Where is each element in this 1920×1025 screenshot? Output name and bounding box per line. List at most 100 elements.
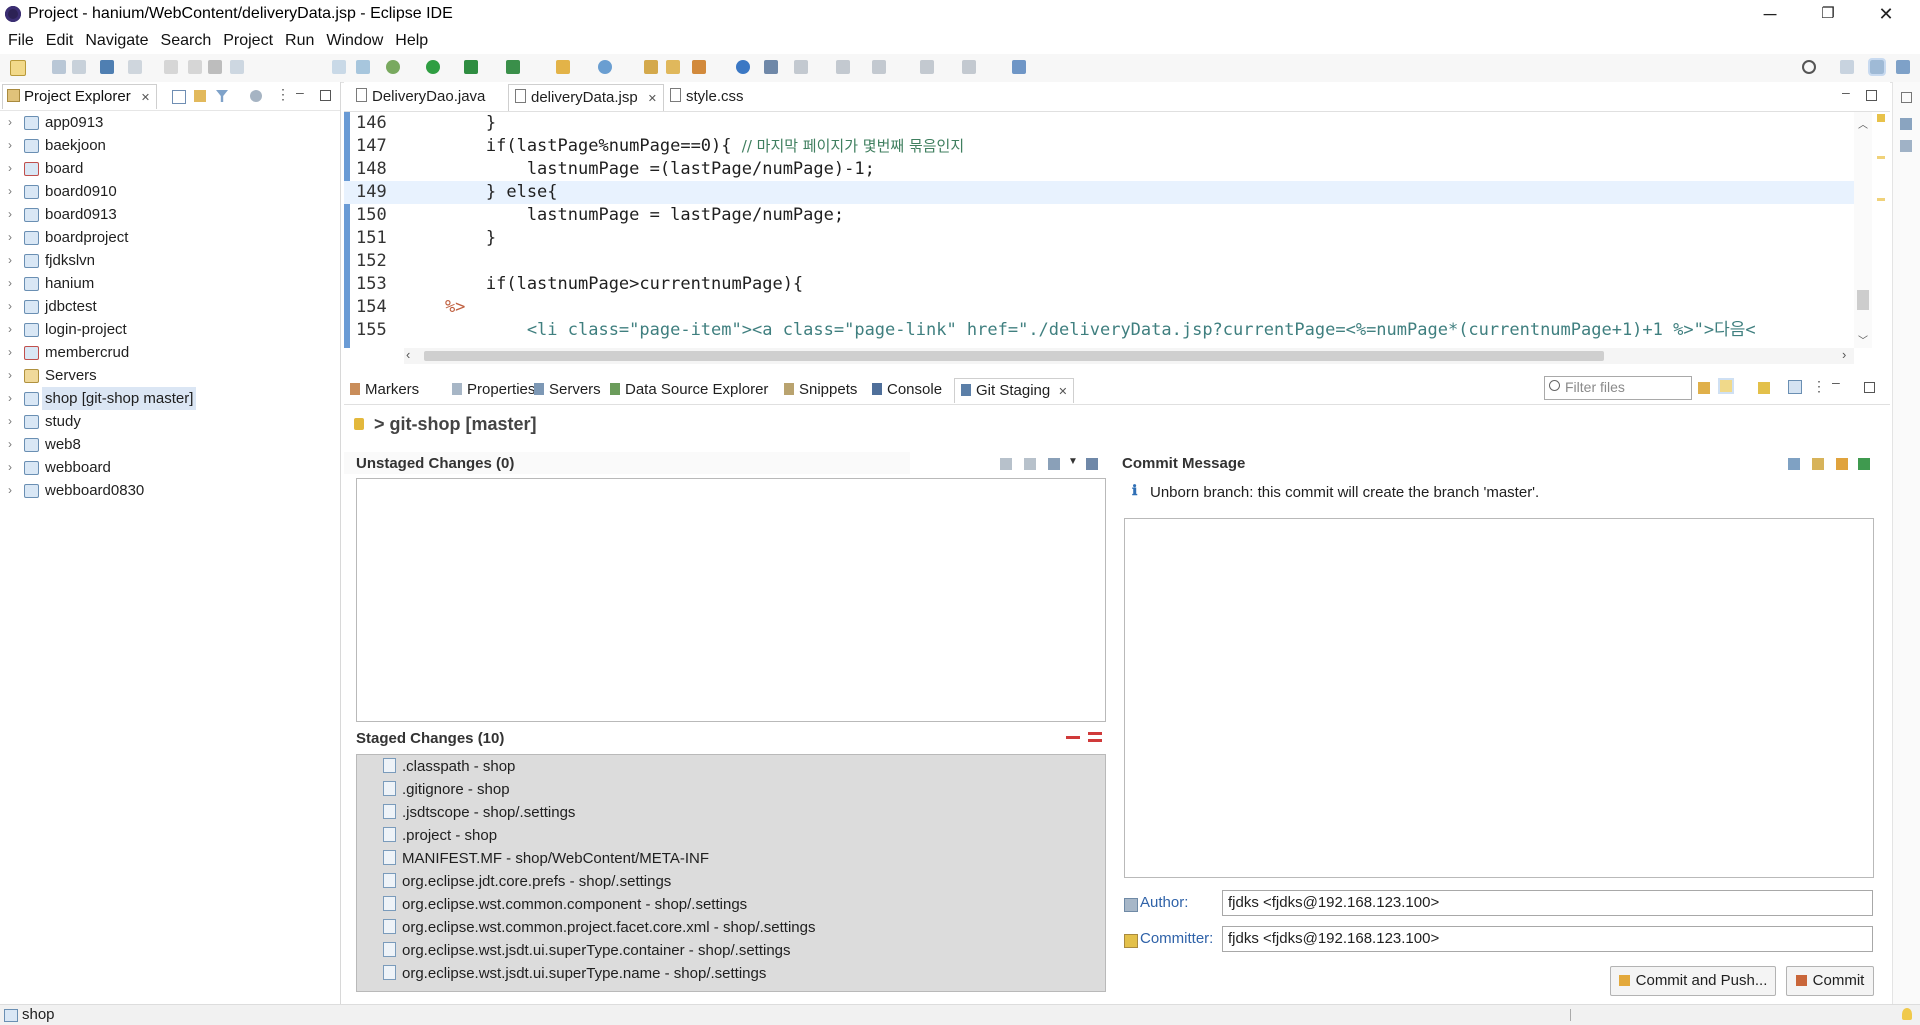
chevron-right-icon[interactable]: › — [8, 180, 12, 203]
amend-icon[interactable] — [1788, 458, 1800, 470]
sort-icon[interactable] — [1086, 458, 1098, 470]
layout-icon[interactable] — [1788, 380, 1802, 394]
chevron-right-icon[interactable]: › — [8, 226, 12, 249]
warning-marker[interactable] — [1877, 114, 1885, 122]
maximize-view-icon[interactable] — [320, 90, 331, 101]
overview-ruler[interactable] — [1874, 112, 1888, 348]
commit-and-push-button[interactable]: Commit and Push... — [1610, 966, 1776, 996]
maximize-view-icon[interactable] — [1864, 382, 1875, 393]
terminal-icon[interactable] — [100, 60, 114, 74]
signed-off-icon[interactable] — [1812, 458, 1824, 470]
committer-field[interactable]: fjdks <fjdks@192.168.123.100> — [1222, 926, 1873, 952]
stage-all-icon[interactable] — [1024, 458, 1036, 470]
unstaged-list[interactable] — [356, 478, 1106, 722]
pen-icon[interactable] — [692, 60, 706, 74]
staged-file-row[interactable]: .classpath - shop — [357, 755, 515, 778]
scroll-down-icon[interactable]: ﹀ — [1858, 332, 1868, 347]
link-selection-icon[interactable] — [1718, 378, 1734, 394]
tab-console[interactable]: Console — [872, 378, 942, 402]
tab-properties[interactable]: Properties — [452, 378, 535, 402]
chevron-right-icon[interactable]: › — [8, 387, 12, 410]
view-menu-icon[interactable]: ⋮ — [276, 86, 290, 103]
skip-breakpoints-icon[interactable] — [128, 60, 142, 74]
presentation-icon[interactable] — [1048, 458, 1060, 470]
globe-icon[interactable] — [736, 60, 750, 74]
scroll-up-icon[interactable]: ︿ — [1858, 116, 1868, 131]
menu-navigate[interactable]: Navigate — [79, 30, 154, 52]
minimize-editor-icon[interactable]: – — [1842, 84, 1850, 100]
menu-edit[interactable]: Edit — [40, 30, 80, 52]
restore-button[interactable]: ❐ — [1800, 0, 1856, 30]
author-field[interactable]: fjdks <fjdks@192.168.123.100> — [1222, 890, 1873, 916]
staged-list[interactable]: .classpath - shop .gitignore - shop .jsd… — [356, 754, 1106, 992]
staged-file-row[interactable]: org.eclipse.wst.common.project.facet.cor… — [357, 916, 816, 939]
scroll-left-icon[interactable]: ‹ — [406, 347, 410, 362]
chevron-right-icon[interactable]: › — [8, 410, 12, 433]
debug-icon[interactable] — [386, 60, 400, 74]
close-icon[interactable]: ✕ — [648, 93, 657, 105]
search-tb-icon[interactable] — [356, 60, 370, 74]
new-package-icon[interactable] — [598, 60, 612, 74]
h-scroll-thumb[interactable] — [424, 351, 1604, 361]
maximize-view-icon[interactable] — [1012, 60, 1026, 74]
chevron-right-icon[interactable]: › — [8, 295, 12, 318]
last-edit-icon[interactable] — [872, 60, 886, 74]
minimize-view-icon[interactable]: – — [1832, 374, 1840, 390]
java-perspective-icon[interactable] — [1896, 60, 1910, 74]
menu-project[interactable]: Project — [217, 30, 279, 52]
tab-style-css[interactable]: style.css — [664, 84, 750, 110]
chevron-right-icon[interactable]: › — [8, 479, 12, 502]
chevron-right-icon[interactable]: › — [8, 318, 12, 341]
sign-commit-icon[interactable] — [1836, 458, 1848, 470]
maximize-editor-icon[interactable] — [1866, 90, 1877, 101]
pin-icon[interactable] — [764, 60, 778, 74]
vertical-scrollbar[interactable]: ︿ ﹀ — [1854, 112, 1872, 348]
change-id-icon[interactable] — [1858, 458, 1870, 470]
forward-icon[interactable] — [962, 60, 976, 74]
staged-file-row[interactable]: org.eclipse.wst.jsdt.ui.superType.contai… — [357, 939, 791, 962]
scroll-thumb[interactable] — [1857, 290, 1869, 310]
resume-icon[interactable] — [164, 60, 178, 74]
chevron-down-icon[interactable]: ▼ — [1068, 456, 1078, 467]
chevron-right-icon[interactable]: › — [8, 456, 12, 479]
collapse-all-icon[interactable] — [172, 90, 186, 104]
open-perspective-icon[interactable] — [1840, 60, 1854, 74]
focus-icon[interactable] — [250, 90, 262, 102]
stage-icon[interactable] — [1000, 458, 1012, 470]
tab-snippets[interactable]: Snippets — [784, 378, 857, 402]
prev-annotation-icon[interactable] — [836, 60, 850, 74]
notification-icon[interactable] — [1902, 1008, 1912, 1020]
link-with-editor-icon[interactable] — [194, 90, 206, 102]
menu-window[interactable]: Window — [320, 30, 389, 52]
chevron-right-icon[interactable]: › — [8, 249, 12, 272]
chevron-right-icon[interactable]: › — [8, 111, 12, 134]
new-class-icon[interactable] — [644, 60, 658, 74]
unstage-all-icon[interactable] — [1088, 732, 1102, 742]
minimize-view-icon[interactable]: – — [296, 84, 304, 100]
refresh-icon[interactable] — [1698, 382, 1710, 394]
menu-search[interactable]: Search — [155, 30, 218, 52]
next-annotation-icon[interactable] — [794, 60, 808, 74]
suspend-icon[interactable] — [188, 60, 202, 74]
staged-file-row[interactable]: org.eclipse.wst.common.component - shop/… — [357, 893, 747, 916]
close-icon[interactable]: ✕ — [141, 92, 150, 104]
menu-file[interactable]: File — [2, 30, 40, 52]
tab-data-source-explorer[interactable]: Data Source Explorer — [610, 378, 768, 402]
annotation-marker[interactable] — [1877, 156, 1885, 159]
tab-servers[interactable]: Servers — [534, 378, 601, 402]
minimize-button[interactable]: ─ — [1742, 0, 1798, 30]
restore-view-icon[interactable] — [1901, 92, 1912, 103]
java-ee-perspective-icon[interactable] — [1868, 58, 1886, 76]
staged-file-row[interactable]: .jsdtscope - shop/.settings — [357, 801, 575, 824]
tab-git-staging[interactable]: Git Staging ✕ — [954, 378, 1075, 403]
staged-file-row[interactable]: org.eclipse.wst.jsdt.ui.superType.name -… — [357, 962, 766, 985]
open-folder-icon[interactable] — [666, 60, 680, 74]
new-server-icon[interactable] — [556, 60, 570, 74]
tab-deliverydata-jsp[interactable]: deliveryData.jsp ✕ — [508, 84, 664, 111]
commit-button[interactable]: Commit — [1786, 966, 1874, 996]
chevron-right-icon[interactable]: › — [8, 134, 12, 157]
chevron-right-icon[interactable]: › — [8, 341, 12, 364]
chevron-right-icon[interactable]: › — [8, 203, 12, 226]
commit-message-textarea[interactable] — [1124, 518, 1874, 878]
staged-file-row[interactable]: org.eclipse.jdt.core.prefs - shop/.setti… — [357, 870, 671, 893]
